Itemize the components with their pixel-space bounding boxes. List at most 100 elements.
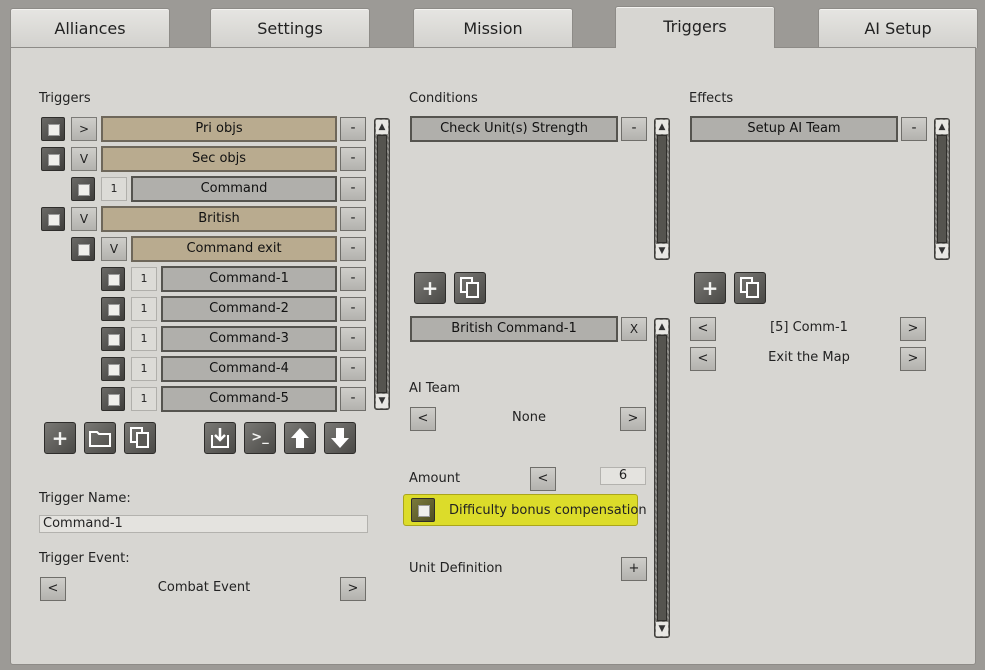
scroll-up-icon[interactable]: ▲ [376, 120, 388, 134]
remove-trigger-button[interactable]: - [340, 297, 366, 321]
copy-icon [460, 277, 479, 298]
tab-ai-setup[interactable]: AI Setup [818, 8, 978, 48]
move-up-button[interactable] [284, 422, 316, 454]
copy-condition-button[interactable] [454, 272, 486, 304]
triggers-title: Triggers [39, 91, 91, 106]
trigger-row-british[interactable]: British [101, 206, 337, 232]
import-button[interactable] [204, 422, 236, 454]
row-count: 1 [131, 357, 157, 381]
plus-icon: + [51, 426, 69, 450]
amount-input[interactable]: 6 [600, 467, 646, 485]
copy-trigger-button[interactable] [124, 422, 156, 454]
trigger-row-command-exit[interactable]: Command exit [131, 236, 337, 262]
close-condition-button[interactable]: X [621, 317, 647, 341]
ai-team-next-button[interactable]: > [620, 407, 646, 431]
row-checkbox[interactable] [71, 237, 95, 261]
tab-mission[interactable]: Mission [413, 8, 573, 48]
copy-effect-button[interactable] [734, 272, 766, 304]
console-icon: >_ [251, 430, 269, 445]
copy-icon [740, 277, 759, 298]
tab-alliances[interactable]: Alliances [10, 8, 170, 48]
remove-trigger-button[interactable]: - [340, 327, 366, 351]
row-checkbox[interactable] [101, 357, 125, 381]
difficulty-label: Difficulty bonus compensation [449, 503, 647, 518]
row-checkbox[interactable] [71, 177, 95, 201]
effects-scrollbar[interactable]: ▲ ▼ [934, 118, 950, 260]
remove-condition-button[interactable]: - [621, 117, 647, 141]
add-trigger-button[interactable]: + [44, 422, 76, 454]
remove-trigger-button[interactable]: - [340, 267, 366, 291]
row-expand-toggle[interactable]: V [101, 237, 127, 261]
remove-trigger-button[interactable]: - [340, 147, 366, 171]
row-checkbox[interactable] [101, 297, 125, 321]
effect-picker-next-button[interactable]: > [900, 317, 926, 341]
remove-trigger-button[interactable]: - [340, 387, 366, 411]
scroll-down-icon[interactable]: ▼ [376, 394, 388, 408]
scroll-up-icon[interactable]: ▲ [656, 120, 668, 134]
scroll-thumb[interactable] [377, 135, 387, 393]
scroll-down-icon[interactable]: ▼ [936, 244, 948, 258]
ai-team-prev-button[interactable]: < [410, 407, 436, 431]
import-icon [211, 428, 229, 448]
effect-row[interactable]: Setup AI Team [690, 116, 898, 142]
effect-picker-next-button[interactable]: > [900, 347, 926, 371]
trigger-row-command-2[interactable]: Command-2 [161, 296, 337, 322]
conditions-title: Conditions [409, 91, 478, 106]
effects-title: Effects [689, 91, 734, 106]
unit-definition-add-button[interactable]: + [621, 557, 647, 581]
trigger-event-next-button[interactable]: > [340, 577, 366, 601]
tab-triggers[interactable]: Triggers [615, 6, 775, 48]
scroll-thumb[interactable] [657, 335, 667, 621]
row-checkbox[interactable] [101, 387, 125, 411]
trigger-row-command-5[interactable]: Command-5 [161, 386, 337, 412]
row-count: 1 [131, 267, 157, 291]
scroll-thumb[interactable] [657, 135, 667, 243]
copy-icon [130, 427, 149, 448]
trigger-row-command[interactable]: Command [131, 176, 337, 202]
trigger-row-command-1[interactable]: Command-1 [161, 266, 337, 292]
remove-effect-button[interactable]: - [901, 117, 927, 141]
row-expand-toggle[interactable]: V [71, 147, 97, 171]
trigger-event-prev-button[interactable]: < [40, 577, 66, 601]
remove-trigger-button[interactable]: - [340, 177, 366, 201]
scroll-up-icon[interactable]: ▲ [936, 120, 948, 134]
plus-icon: + [421, 276, 439, 300]
effect-picker-prev-button[interactable]: < [690, 317, 716, 341]
row-expand-toggle[interactable]: V [71, 207, 97, 231]
trigger-row-pri-objs[interactable]: Pri objs [101, 116, 337, 142]
remove-trigger-button[interactable]: - [340, 117, 366, 141]
difficulty-checkbox[interactable] [411, 498, 435, 522]
remove-trigger-button[interactable]: - [340, 357, 366, 381]
remove-trigger-button[interactable]: - [340, 207, 366, 231]
triggers-scrollbar[interactable]: ▲ ▼ [374, 118, 390, 410]
row-checkbox[interactable] [41, 207, 65, 231]
row-checkbox[interactable] [101, 267, 125, 291]
add-effect-button[interactable]: + [694, 272, 726, 304]
effect-picker-prev-button[interactable]: < [690, 347, 716, 371]
conditions-scrollbar[interactable]: ▲ ▼ [654, 118, 670, 260]
scroll-up-icon[interactable]: ▲ [656, 320, 668, 334]
trigger-row-sec-objs[interactable]: Sec objs [101, 146, 337, 172]
add-condition-button[interactable]: + [414, 272, 446, 304]
amount-decrease-button[interactable]: < [530, 467, 556, 491]
row-checkbox[interactable] [41, 117, 65, 141]
console-button[interactable]: >_ [244, 422, 276, 454]
scroll-down-icon[interactable]: ▼ [656, 622, 668, 636]
row-checkbox[interactable] [101, 327, 125, 351]
selected-condition[interactable]: British Command-1 [410, 316, 618, 342]
add-folder-button[interactable] [84, 422, 116, 454]
trigger-row-command-3[interactable]: Command-3 [161, 326, 337, 352]
arrow-down-icon [331, 428, 349, 448]
trigger-name-input[interactable]: Command-1 [39, 515, 368, 533]
scroll-thumb[interactable] [937, 135, 947, 243]
tab-settings[interactable]: Settings [210, 8, 370, 48]
ai-team-label: AI Team [409, 381, 461, 396]
trigger-row-command-4[interactable]: Command-4 [161, 356, 337, 382]
move-down-button[interactable] [324, 422, 356, 454]
row-expand-toggle[interactable]: > [71, 117, 97, 141]
scroll-down-icon[interactable]: ▼ [656, 244, 668, 258]
condition-detail-scrollbar[interactable]: ▲ ▼ [654, 318, 670, 638]
condition-row[interactable]: Check Unit(s) Strength [410, 116, 618, 142]
remove-trigger-button[interactable]: - [340, 237, 366, 261]
row-checkbox[interactable] [41, 147, 65, 171]
